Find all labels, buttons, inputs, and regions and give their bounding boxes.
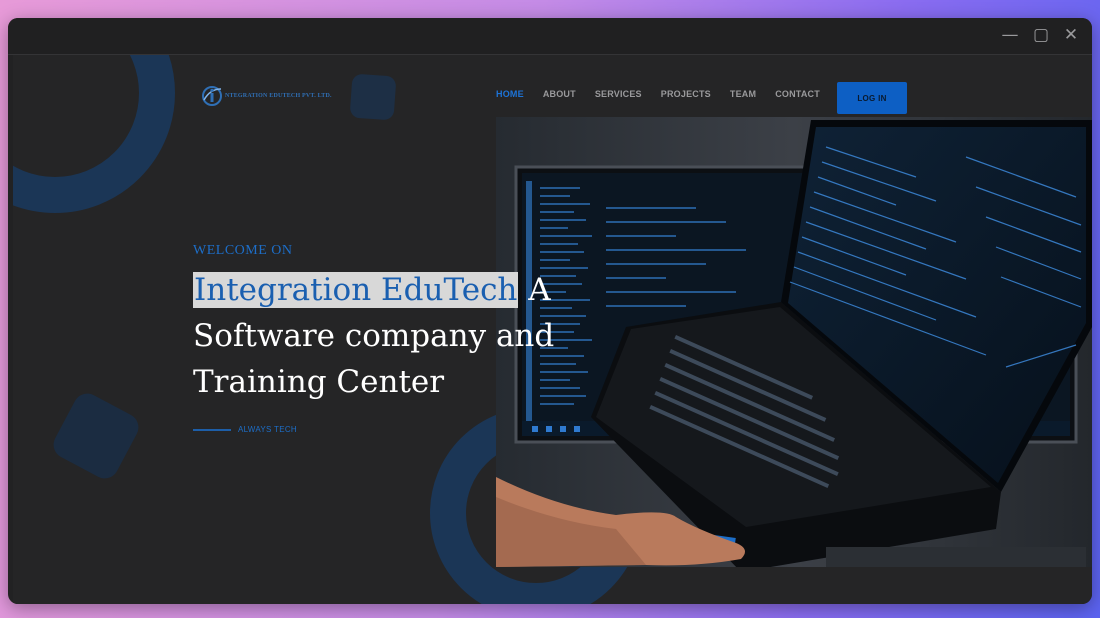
browser-window: — ▢ ✕ NTEGRATION EDUTECH PVT. LTD. HOME (8, 18, 1092, 604)
nav-contact[interactable]: CONTACT (775, 89, 820, 99)
logo-text: NTEGRATION EDUTECH PVT. LTD. (225, 93, 332, 99)
login-button[interactable]: LOG IN (837, 82, 907, 114)
tagline-divider (193, 428, 231, 431)
company-logo[interactable]: NTEGRATION EDUTECH PVT. LTD. (200, 83, 332, 109)
nav-home[interactable]: HOME (496, 89, 524, 99)
decor-ring-top-left (13, 55, 175, 213)
headline-highlight: Integration EduTech (193, 272, 519, 308)
tagline-text: ALWAYS TECH (238, 425, 298, 434)
main-nav: HOME ABOUT SERVICES PROJECTS TEAM CONTAC… (496, 89, 839, 99)
tagline: ALWAYS TECH (193, 425, 297, 434)
decor-square-top (349, 73, 397, 121)
close-icon[interactable]: ✕ (1062, 26, 1080, 44)
minimize-icon[interactable]: — (1001, 26, 1019, 44)
decor-square-left (48, 388, 144, 484)
nav-about[interactable]: ABOUT (543, 89, 576, 99)
logo-i-icon (200, 84, 224, 108)
nav-services[interactable]: SERVICES (595, 89, 642, 99)
welcome-label: WELCOME ON (193, 243, 293, 258)
nav-projects[interactable]: PROJECTS (661, 89, 711, 99)
webpage: NTEGRATION EDUTECH PVT. LTD. HOME ABOUT … (13, 55, 1092, 604)
nav-team[interactable]: TEAM (730, 89, 756, 99)
title-bar: — ▢ ✕ (8, 18, 1092, 55)
hero-headline: Integration EduTech A Software company a… (193, 267, 633, 405)
maximize-icon[interactable]: ▢ (1032, 26, 1050, 44)
